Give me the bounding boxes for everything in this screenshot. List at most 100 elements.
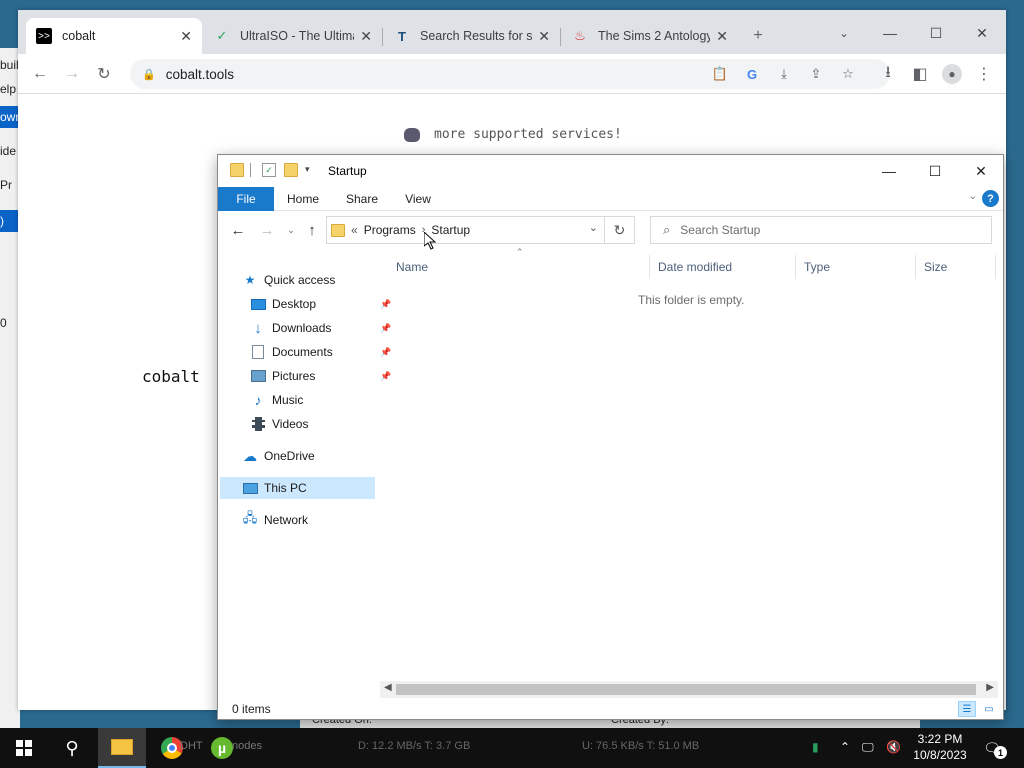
- column-headers: Name Date modified Type Size: [388, 255, 1003, 279]
- nav-downloads[interactable]: ↓ Downloads 📌: [250, 317, 391, 339]
- breadcrumb-overflow[interactable]: «: [351, 223, 358, 237]
- reload-icon[interactable]: ↻: [92, 62, 116, 86]
- breadcrumb-startup[interactable]: Startup: [431, 223, 470, 237]
- menu-kebab-icon[interactable]: ⋮: [972, 62, 996, 86]
- share-icon[interactable]: ⇪: [804, 62, 828, 86]
- close-tab-icon[interactable]: ✕: [180, 28, 192, 45]
- downloads-icon[interactable]: ⭳: [876, 62, 900, 86]
- nav-onedrive[interactable]: ☁ OneDrive: [242, 445, 315, 467]
- column-name[interactable]: Name: [388, 255, 650, 279]
- search-icon[interactable]: ⚲: [48, 728, 96, 768]
- show-hidden-icons-icon[interactable]: ⌃: [840, 740, 850, 754]
- recent-locations-icon[interactable]: ⌄: [280, 219, 302, 241]
- large-icons-view-icon[interactable]: ▭: [980, 701, 998, 717]
- column-date-modified[interactable]: Date modified: [650, 255, 796, 279]
- install-icon[interactable]: ⤓: [772, 62, 796, 86]
- browser-toolbar: ← → ↻ 🔒 cobalt.tools 📋 G ⤓ ⇪ ☆ ⭳ ◧ ● ⋮: [18, 54, 1006, 94]
- start-button[interactable]: [0, 728, 48, 768]
- clock[interactable]: 3:22 PM 10/8/2023: [905, 731, 975, 763]
- horizontal-scrollbar[interactable]: ◀ ▶: [380, 681, 998, 698]
- tab-share[interactable]: Share: [340, 187, 384, 211]
- address-bar[interactable]: 🔒 cobalt.tools 📋 G ⤓ ⇪ ☆: [130, 59, 890, 89]
- file-explorer-taskbar-button[interactable]: [98, 728, 146, 768]
- column-type[interactable]: Type: [796, 255, 916, 279]
- new-folder-icon[interactable]: [284, 163, 298, 177]
- status-bar: 0 items ☰ ▭: [218, 699, 1003, 719]
- tray-app-icon[interactable]: ▮: [812, 740, 819, 754]
- up-icon[interactable]: ↑: [301, 219, 323, 241]
- pin-icon: 📌: [380, 298, 392, 309]
- nav-label: Quick access: [264, 273, 336, 287]
- scroll-right-icon[interactable]: ▶: [986, 682, 994, 693]
- address-bar[interactable]: « Programs › Startup ⌄ ↻: [326, 216, 635, 244]
- bg-item: elp: [0, 82, 17, 96]
- forward-icon[interactable]: →: [256, 219, 278, 241]
- breadcrumb-programs[interactable]: Programs: [364, 223, 416, 237]
- navigation-pane: ★ Quick access Desktop 📌 ↓ Downloads 📌 D…: [218, 265, 391, 695]
- search-input[interactable]: [680, 223, 971, 237]
- download-rate: D: 12.2 MB/s T: 3.7 GB: [358, 740, 471, 752]
- scroll-left-icon[interactable]: ◀: [384, 682, 392, 693]
- tab-cobalt[interactable]: >> cobalt ✕: [26, 18, 202, 54]
- cobalt-logo: cobalt: [142, 367, 200, 386]
- new-tab-icon[interactable]: +: [746, 24, 770, 48]
- bg-item-selected: ): [0, 210, 20, 232]
- google-icon[interactable]: G: [740, 62, 764, 86]
- profile-avatar-icon[interactable]: ●: [940, 62, 964, 86]
- maximize-icon[interactable]: ☐: [912, 155, 958, 187]
- nav-quick-access[interactable]: ★ Quick access: [242, 269, 336, 291]
- address-dropdown-icon[interactable]: ⌄: [589, 221, 598, 234]
- pin-icon: 📌: [380, 346, 392, 357]
- background-text: DHT: [180, 740, 203, 752]
- tab-file[interactable]: File: [218, 187, 274, 211]
- tab-title: The Sims 2 Antology: [598, 29, 711, 43]
- scroll-thumb[interactable]: [396, 684, 976, 695]
- search-box[interactable]: ⌕: [650, 216, 992, 244]
- close-icon[interactable]: ✕: [962, 18, 1002, 48]
- nav-this-pc[interactable]: This PC: [220, 477, 375, 499]
- nav-documents[interactable]: Documents 📌: [250, 341, 391, 363]
- volume-muted-icon[interactable]: 🔇: [886, 740, 901, 754]
- maximize-icon[interactable]: ☐: [916, 18, 956, 48]
- bookmark-star-icon[interactable]: ☆: [836, 62, 860, 86]
- details-view-icon[interactable]: ☰: [958, 701, 976, 717]
- nav-label: Music: [272, 393, 304, 407]
- nav-network[interactable]: 🖧 Network: [242, 509, 308, 531]
- side-panel-icon[interactable]: ◧: [908, 62, 932, 86]
- nav-label: Downloads: [272, 321, 332, 335]
- help-icon[interactable]: ?: [982, 190, 999, 207]
- qat-dropdown-icon[interactable]: ▾: [305, 164, 310, 175]
- properties-icon[interactable]: ✓: [262, 163, 276, 177]
- file-explorer-window: ✓ ▾ Startup — ☐ ✕ File Home Share View ⌄…: [217, 154, 1004, 720]
- tab-view[interactable]: View: [398, 187, 438, 211]
- nav-pictures[interactable]: Pictures 📌: [250, 365, 391, 387]
- tab-sims2[interactable]: ♨ The Sims 2 Antology ✕: [562, 18, 738, 54]
- back-icon[interactable]: ←: [28, 62, 52, 86]
- close-icon[interactable]: ✕: [958, 155, 1004, 187]
- close-tab-icon[interactable]: ✕: [360, 28, 372, 45]
- close-tab-icon[interactable]: ✕: [716, 28, 728, 45]
- bg-item-selected: own: [0, 106, 20, 128]
- expand-ribbon-icon[interactable]: ⌄: [969, 191, 977, 202]
- tab-search-results[interactable]: T Search Results for sin ✕: [384, 18, 560, 54]
- tab-home[interactable]: Home: [282, 187, 324, 211]
- forward-icon[interactable]: →: [60, 62, 84, 86]
- back-icon[interactable]: ←: [227, 219, 249, 241]
- nav-desktop[interactable]: Desktop 📌: [250, 293, 391, 315]
- minimize-icon[interactable]: —: [866, 155, 912, 187]
- nav-label: Network: [264, 513, 309, 527]
- supported-services-link[interactable]: more supported services!: [404, 127, 622, 142]
- nav-music[interactable]: ♪ Music: [250, 389, 304, 411]
- tab-search-chevron-icon[interactable]: ⌄: [824, 18, 864, 48]
- divider: [250, 163, 251, 177]
- minimize-icon[interactable]: —: [870, 18, 910, 48]
- nav-label: This PC: [264, 481, 307, 495]
- clipboard-icon[interactable]: 📋: [708, 62, 732, 86]
- tab-ultraiso[interactable]: ✓ UltraISO - The Ultima ✕: [204, 18, 382, 54]
- close-tab-icon[interactable]: ✕: [538, 28, 550, 45]
- nav-videos[interactable]: Videos: [250, 413, 308, 435]
- star-icon: ★: [244, 273, 256, 287]
- refresh-icon[interactable]: ↻: [604, 217, 634, 243]
- column-size[interactable]: Size: [916, 255, 996, 279]
- network-icon[interactable]: 🖵: [862, 740, 874, 755]
